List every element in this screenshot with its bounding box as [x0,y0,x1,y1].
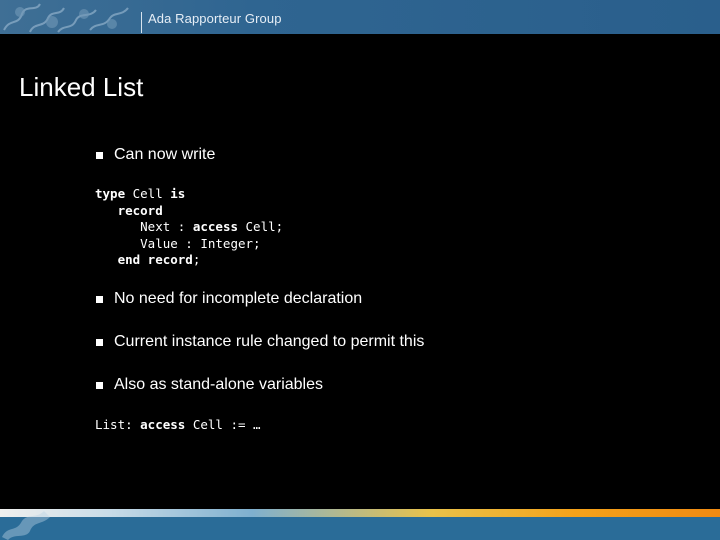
footer-band [0,509,720,540]
code-text: Cell; [238,219,284,235]
bullet-square-icon [96,339,103,346]
bullet-item: No need for incomplete declaration [96,290,362,308]
bullet-item: Also as stand-alone variables [96,376,323,394]
code-text: Cell [125,186,171,201]
header-org-name: Ada Rapporteur Group [148,11,282,26]
code-line: type Cell is [95,186,283,203]
code-block-list-variable: List: access Cell := … [95,417,261,434]
code-keyword: end record [117,252,193,268]
code-text: Cell := … [185,417,261,432]
code-text: Next : [95,219,193,235]
puzzle-pieces-icon [2,511,50,540]
code-line: Next : access Cell; [95,219,283,236]
bullet-text: Can now write [114,146,216,163]
code-keyword: access [192,219,238,235]
code-keyword: record [117,202,163,218]
slide-title: Linked List [19,72,144,102]
code-text: ; [192,252,201,268]
bullet-item: Current instance rule changed to permit … [96,333,424,351]
header-divider [141,12,142,33]
bullet-item: Can now write [96,146,215,164]
bullet-square-icon [96,296,103,303]
code-keyword: type [95,186,126,201]
code-line: record [95,203,283,220]
header-band: Ada Rapporteur Group [0,0,720,34]
code-line: List: access Cell := … [95,417,261,434]
bullet-text: No need for incomplete declaration [114,290,363,307]
puzzle-pieces-icon [3,3,129,33]
code-keyword: is [170,186,186,201]
code-text: Value : Integer; [95,235,261,251]
code-keyword: access [140,417,186,432]
code-line: end record; [95,252,283,269]
slide: Ada Rapporteur Group Linked List Can now… [0,0,720,540]
code-text: List: [95,417,141,432]
code-block-cell-type: type Cell is record Next : access Cell; … [95,186,283,269]
code-line: Value : Integer; [95,236,283,253]
bullet-text: Also as stand-alone variables [114,376,324,393]
bullet-text: Current instance rule changed to permit … [114,333,425,350]
bullet-square-icon [96,382,103,389]
footer-gradient-stripe [0,509,720,517]
bullet-square-icon [96,152,103,159]
